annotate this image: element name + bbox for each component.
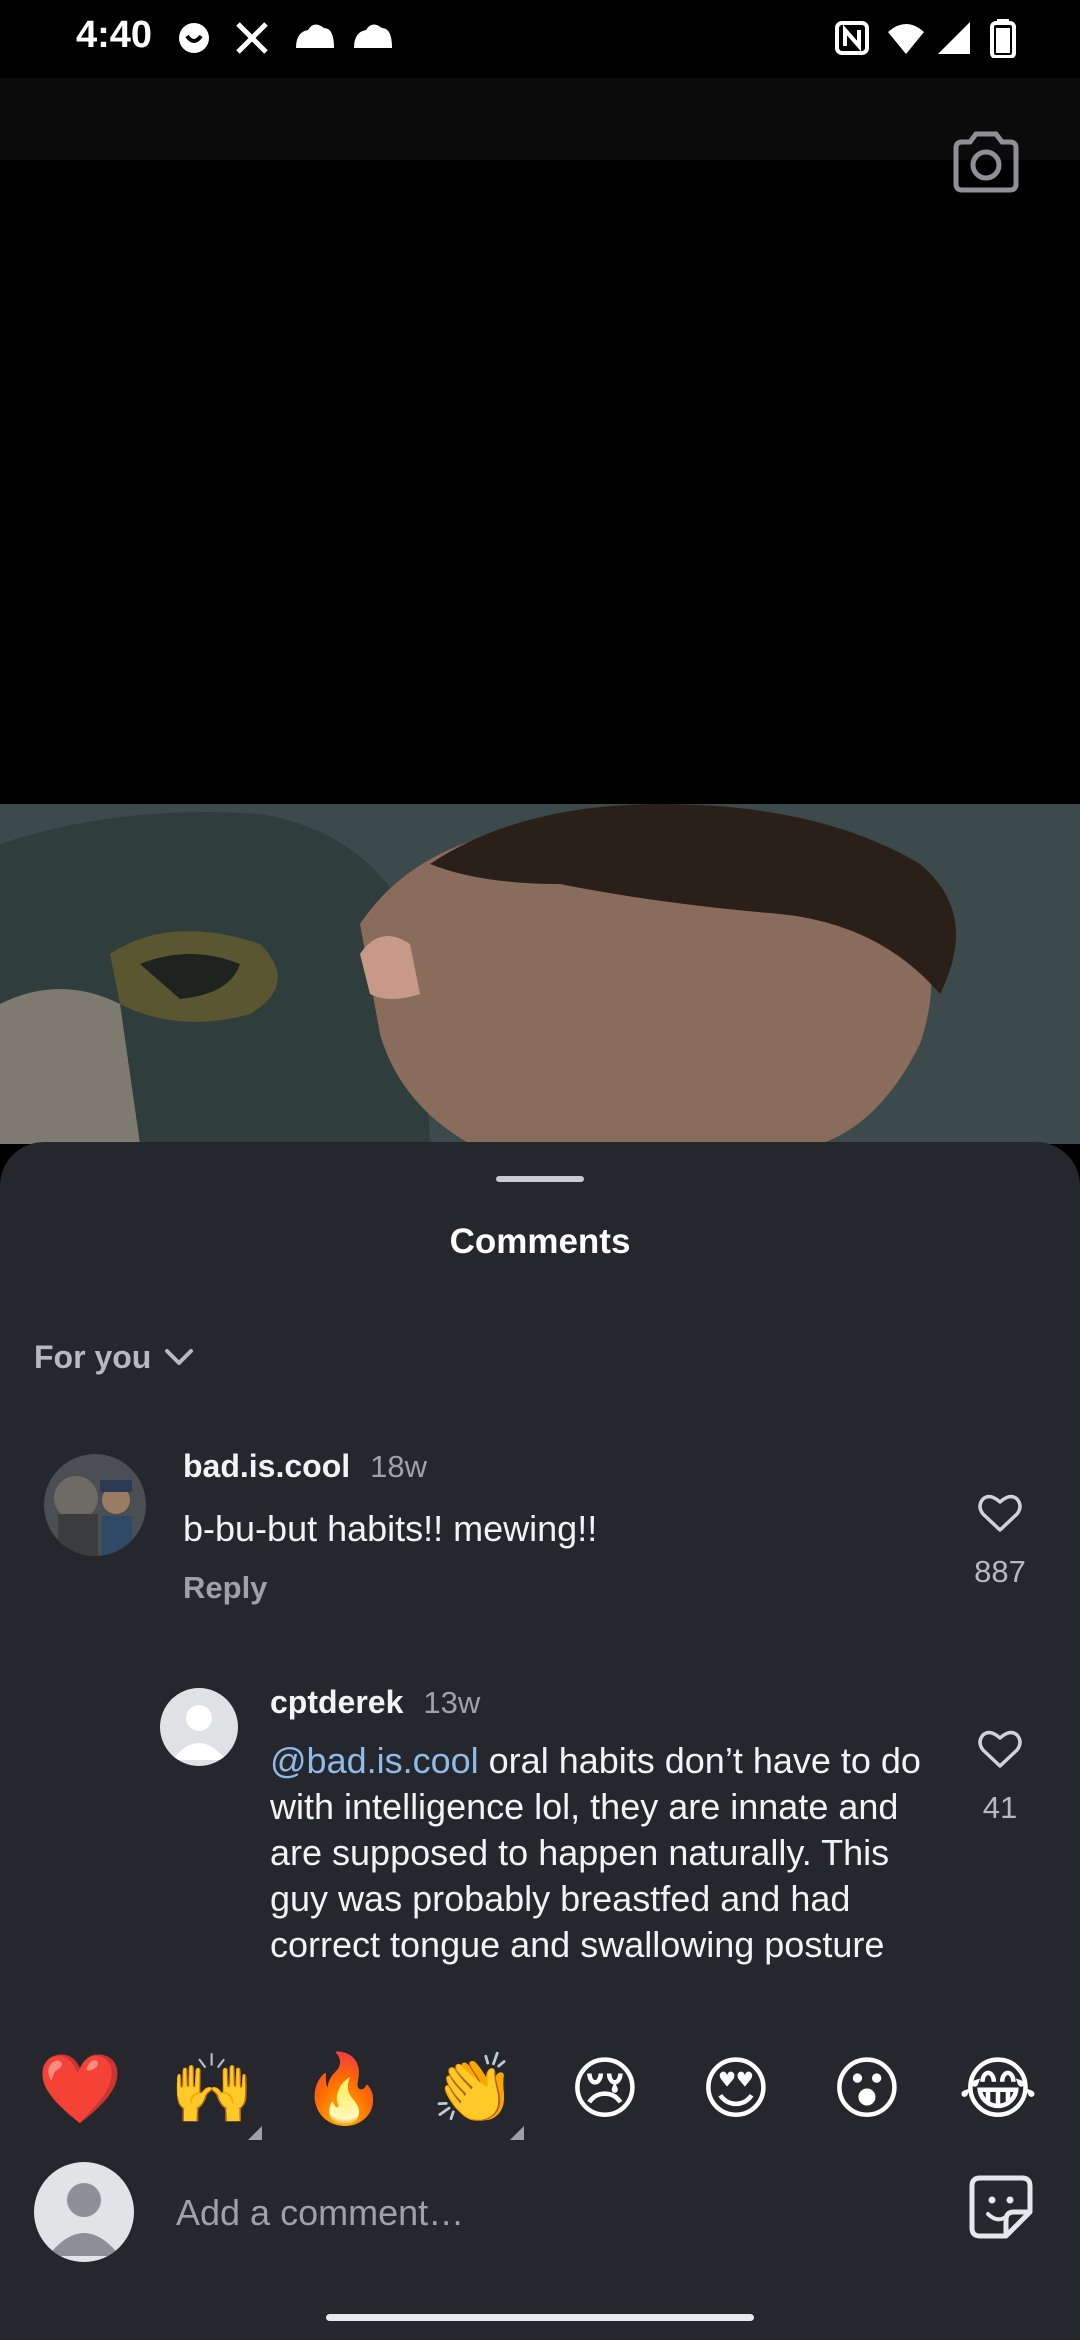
avatar[interactable] — [44, 1454, 146, 1556]
avatar[interactable] — [160, 1688, 238, 1766]
comment-text: @bad.is.cool oral habits don’t have to d… — [270, 1738, 926, 1968]
emoji-variants-indicator — [248, 2126, 262, 2140]
emoji-raised-hands[interactable]: 🙌 — [162, 2050, 262, 2130]
emoji-clapping[interactable]: 👏 — [424, 2050, 524, 2130]
my-avatar — [34, 2162, 134, 2262]
chevron-down-icon — [165, 1349, 194, 1365]
emoji-crying[interactable]: 😢 — [555, 2050, 655, 2130]
emoji-laughing[interactable]: 😂 — [948, 2050, 1048, 2130]
sort-label: For you — [34, 1338, 152, 1375]
video-frame[interactable] — [0, 804, 1080, 1144]
heart-app-icon — [179, 23, 209, 53]
top-strip — [0, 78, 1080, 160]
comment-timestamp: 13w — [423, 1685, 481, 1720]
x-app-icon — [236, 22, 268, 54]
comment-timestamp: 18w — [370, 1449, 428, 1484]
emoji-surprised[interactable]: 😮 — [817, 2050, 917, 2130]
battery-icon — [990, 19, 1016, 58]
like-count: 887 — [974, 1554, 1026, 1589]
wifi-icon — [888, 24, 924, 54]
comment-header: bad.is.cool 18w — [183, 1448, 427, 1485]
sort-dropdown[interactable]: For you — [34, 1332, 195, 1382]
comment-composer — [0, 2154, 1080, 2294]
comment-mention[interactable]: @bad.is.cool — [270, 1740, 479, 1781]
status-time: 4:40 — [76, 14, 153, 56]
navigation-bar — [0, 2294, 1080, 2340]
reply-button[interactable]: Reply — [183, 1570, 267, 1606]
default-avatar-icon — [172, 1705, 226, 1760]
signal-icon — [938, 22, 970, 54]
comment-header: cptderek 13w — [270, 1684, 480, 1721]
emoji-reaction-bar: ❤️ 🙌 🔥 👏 😢 😍 😮 😂 — [0, 2022, 1080, 2172]
comment-username[interactable]: cptderek — [270, 1684, 403, 1720]
like-count: 41 — [982, 1790, 1018, 1825]
default-avatar-icon — [48, 2183, 120, 2256]
drag-handle[interactable] — [496, 1176, 584, 1182]
emoji-variants-indicator — [510, 2126, 524, 2140]
emoji-fire[interactable]: 🔥 — [294, 2050, 394, 2130]
avatar-image — [44, 1454, 146, 1556]
comment-input[interactable] — [174, 2182, 898, 2244]
sheet-title: Comments — [449, 1222, 631, 1261]
camera-icon[interactable] — [952, 128, 1020, 196]
video-player[interactable] — [0, 160, 1080, 804]
home-indicator[interactable] — [326, 2314, 754, 2321]
klarna-icon-2 — [354, 24, 392, 48]
comment-username[interactable]: bad.is.cool — [183, 1448, 350, 1484]
emoji-heart-eyes[interactable]: 😍 — [686, 2050, 786, 2130]
klarna-icon — [296, 24, 334, 48]
video-thumbnail-image — [0, 804, 1080, 1144]
comment-text: b-bu-but habits!! mewing!! — [183, 1508, 598, 1549]
heart-outline-icon[interactable] — [977, 1728, 1023, 1770]
nfc-icon — [835, 21, 869, 55]
sticker-icon[interactable] — [966, 2172, 1036, 2242]
heart-outline-icon[interactable] — [977, 1492, 1023, 1534]
status-bar: 4:40 — [0, 0, 1080, 78]
emoji-heart[interactable]: ❤️ — [30, 2050, 130, 2130]
